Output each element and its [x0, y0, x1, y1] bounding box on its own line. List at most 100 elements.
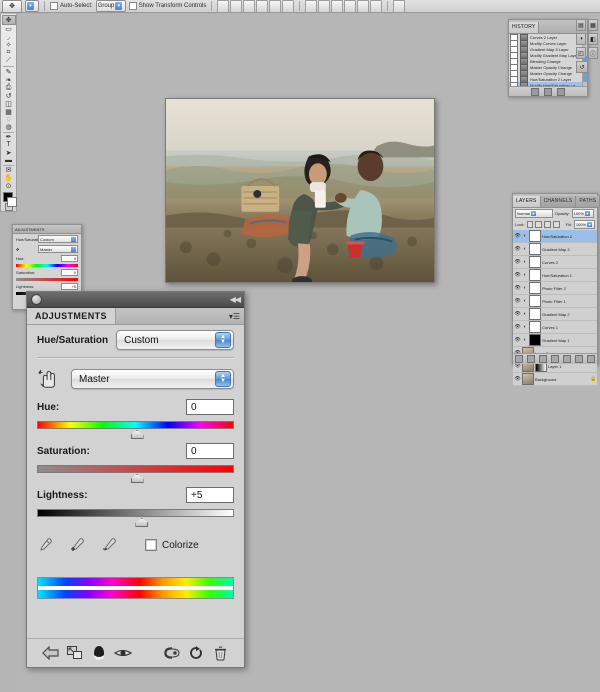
hue-value-field[interactable]: 0 [186, 399, 234, 415]
layer-mask-thumbnail[interactable] [529, 321, 541, 333]
delete-layer-icon[interactable] [587, 355, 595, 363]
lock-image-pixels-icon[interactable] [535, 221, 542, 228]
layer-row[interactable]: 👁◐Curves 2 [513, 256, 597, 269]
lock-position-icon[interactable] [544, 221, 551, 228]
layer-row[interactable]: 👁Background🔒 [513, 373, 597, 386]
tool-notes[interactable]: ✉ [2, 166, 16, 174]
tool-clone-stamp[interactable]: ⎙ [2, 84, 16, 92]
layer-row[interactable]: 👁◐Gradient Map 3 [513, 243, 597, 256]
move-tool-icon[interactable]: ✥ [2, 0, 22, 13]
layer-style-icon[interactable] [527, 355, 535, 363]
layer-row[interactable]: 👁◐Gradient Map 1 [513, 334, 597, 347]
on-image-adjustment-tool-icon[interactable] [37, 368, 59, 390]
color-panel-icon[interactable]: ▤ [576, 19, 586, 31]
tool-brush[interactable]: ❧ [2, 76, 16, 84]
link-layers-icon[interactable] [515, 355, 523, 363]
tool-marquee[interactable]: ▭ [2, 25, 16, 33]
eye-icon[interactable]: 👁 [514, 285, 521, 291]
layer-mask-thumbnail[interactable] [529, 295, 541, 307]
colorize-checkbox-box[interactable] [145, 539, 157, 551]
distribute-bottom-edges-icon[interactable] [331, 0, 343, 13]
eye-icon[interactable]: 👁 [514, 298, 521, 304]
delete-adjustment-button[interactable] [208, 643, 232, 663]
tool-hand[interactable]: ✋ [2, 174, 16, 182]
layer-row[interactable]: 👁◐Photo Filter 1 [513, 295, 597, 308]
mini-adjustments-tab[interactable]: ADJUSTMENTS [13, 225, 81, 234]
return-to-adjustment-list-button[interactable] [39, 643, 63, 663]
layer-row[interactable]: 👁◐Gradient Map 2 [513, 308, 597, 321]
history-item-active[interactable]: Modify Hue/Saturation La... [509, 82, 587, 86]
lock-transparent-pixels-icon[interactable] [527, 221, 534, 228]
new-layer-icon[interactable] [575, 355, 583, 363]
eye-icon[interactable]: 👁 [514, 233, 521, 239]
opacity-field[interactable]: 100% ▾ [572, 209, 594, 218]
layer-mask-thumbnail[interactable] [529, 243, 541, 255]
new-adjustment-layer-icon[interactable] [551, 355, 559, 363]
eye-icon[interactable]: 👁 [514, 311, 521, 317]
distribute-vertical-centers-icon[interactable] [318, 0, 330, 13]
auto-select-box[interactable] [50, 2, 58, 10]
align-right-edges-icon[interactable] [243, 0, 255, 13]
history-panel-icon[interactable]: ↺ [576, 61, 588, 73]
align-vertical-centers-icon[interactable] [269, 0, 281, 13]
layer-row-selected[interactable]: 👁◐Hue/Saturation 2 [513, 230, 597, 243]
saturation-track[interactable] [37, 465, 234, 473]
tool-path-selection[interactable]: ➤ [2, 149, 16, 157]
align-horizontal-centers-icon[interactable] [230, 0, 242, 13]
reset-adjustment-button[interactable] [184, 643, 208, 663]
tab-adjustments[interactable]: ADJUSTMENTS [27, 308, 116, 324]
navigator-panel-icon[interactable]: ◰ [576, 47, 586, 59]
lightness-track[interactable] [37, 509, 234, 517]
mini-lightness-value[interactable]: +5 [61, 283, 78, 290]
align-bottom-edges-icon[interactable] [282, 0, 294, 13]
clip-to-layer-button[interactable] [63, 643, 87, 663]
tool-dodge[interactable]: ◍ [2, 123, 16, 131]
distribute-horizontal-centers-icon[interactable] [357, 0, 369, 13]
tool-preset-picker[interactable]: ▾ [25, 0, 39, 12]
layer-row[interactable]: 👁◐Hue/Saturation 1 [513, 269, 597, 282]
tool-move[interactable]: ✥ [2, 15, 16, 25]
saturation-value-field[interactable]: 0 [186, 443, 234, 459]
hue-track[interactable] [37, 421, 234, 429]
adjustments-panel-icon[interactable]: ◑ [576, 33, 586, 45]
tool-eraser[interactable]: ◫ [2, 100, 16, 108]
swatches-panel-icon[interactable]: ▦ [588, 19, 598, 31]
fill-field[interactable]: 100% ▾ [574, 220, 595, 229]
mini-hue-track[interactable] [16, 264, 78, 267]
preset-dropdown[interactable]: Custom ▲▼ [116, 330, 234, 350]
layer-mask-thumbnail[interactable] [529, 230, 541, 242]
new-document-from-state-icon[interactable] [531, 88, 539, 96]
eyedropper-add-to-sample-icon[interactable] [69, 537, 85, 553]
auto-select-checkbox[interactable]: Auto-Select: [50, 2, 93, 10]
layer-mask-thumbnail[interactable] [529, 308, 541, 320]
distribute-left-edges-icon[interactable] [344, 0, 356, 13]
distribute-right-edges-icon[interactable] [370, 0, 382, 13]
saturation-slider-thumb[interactable] [131, 474, 144, 483]
tool-blur[interactable]: ◌ [2, 116, 16, 123]
channel-stepper-icon[interactable]: ▲▼ [215, 371, 231, 387]
preset-stepper-icon[interactable]: ▲▼ [215, 332, 231, 348]
lightness-slider-thumb[interactable] [135, 518, 148, 527]
eye-icon[interactable]: 👁 [514, 272, 521, 278]
tool-crop[interactable]: ⌗ [2, 49, 16, 57]
align-top-edges-icon[interactable] [256, 0, 268, 13]
add-layer-mask-icon[interactable] [539, 355, 547, 363]
tool-pen[interactable]: ✒ [2, 133, 16, 141]
colorize-checkbox[interactable]: Colorize [145, 539, 199, 551]
mini-saturation-value[interactable]: 0 [61, 269, 78, 276]
eyedropper-sample-icon[interactable] [37, 537, 53, 553]
background-color-swatch[interactable] [7, 197, 17, 207]
tool-healing-brush[interactable]: ✎ [2, 68, 16, 76]
color-swatches[interactable] [2, 192, 16, 202]
mini-preset-dropdown[interactable]: Custom [38, 235, 78, 243]
eyedropper-subtract-from-sample-icon[interactable] [101, 537, 117, 553]
tab-paths[interactable]: PATHS [576, 196, 600, 207]
new-snapshot-icon[interactable] [544, 88, 552, 96]
mini-channel-dropdown[interactable]: Master [38, 245, 78, 253]
lightness-value-field[interactable]: +5 [186, 487, 234, 503]
tool-history-brush[interactable]: ↺ [2, 92, 16, 100]
show-transform-box[interactable] [129, 2, 137, 10]
align-left-edges-icon[interactable] [217, 0, 229, 13]
eye-icon[interactable]: 👁 [514, 246, 521, 252]
collapse-to-icons-icon[interactable]: ◀◀ [230, 295, 240, 304]
